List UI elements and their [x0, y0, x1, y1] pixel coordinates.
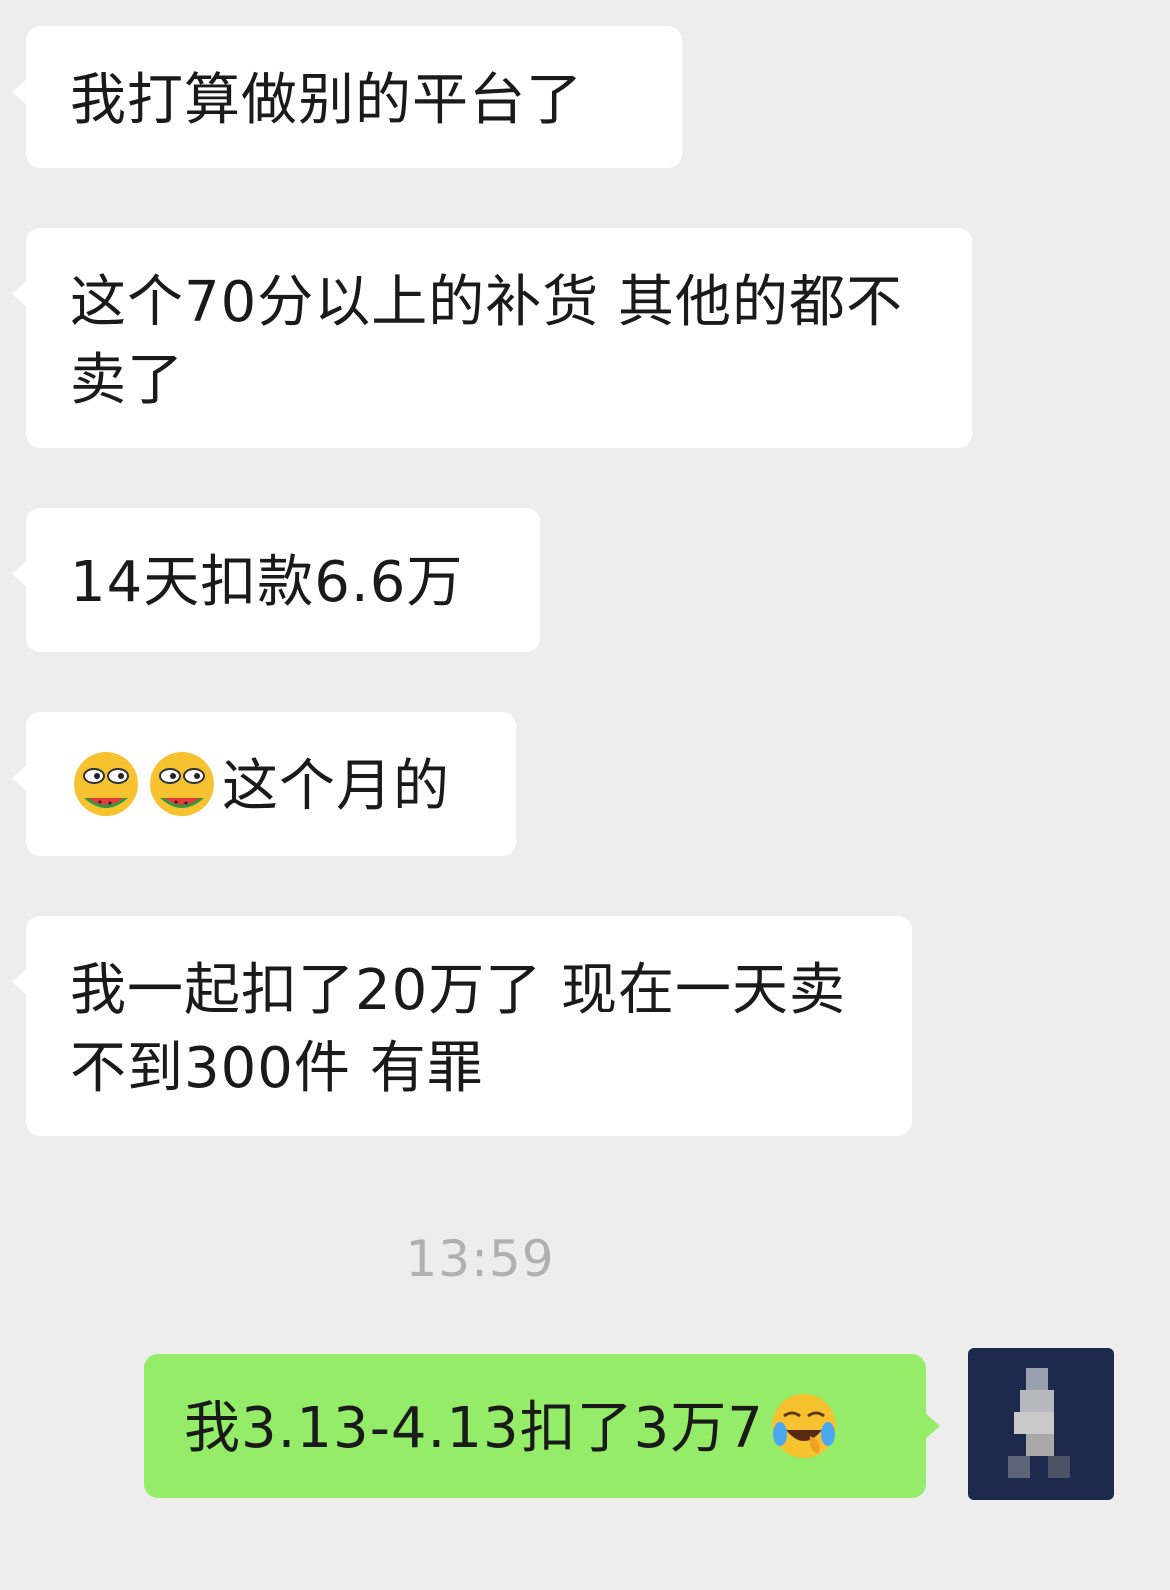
- incoming-message-bubble[interactable]: 这个月的: [12, 712, 516, 856]
- outgoing-message-bubble[interactable]: 我3.13-4.13扣了3万7: [144, 1354, 940, 1498]
- laugh-cry-emoji-icon: [768, 1390, 840, 1462]
- message-text: 这个月的: [222, 754, 450, 819]
- message-text: 我打算做别的平台了: [70, 68, 583, 133]
- melon-eating-emoji-icon: [146, 748, 218, 820]
- message-timestamp: 13:59: [405, 1230, 555, 1288]
- incoming-message-bubble[interactable]: 我打算做别的平台了: [12, 26, 682, 168]
- incoming-message-bubble[interactable]: 这个70分以上的补货 其他的都不卖了: [12, 228, 972, 448]
- avatar[interactable]: [968, 1348, 1114, 1500]
- bottom-area: [0, 1528, 1170, 1590]
- melon-eating-emoji-icon: [70, 748, 142, 820]
- incoming-message-bubble[interactable]: 14天扣款6.6万: [12, 508, 540, 652]
- incoming-message-bubble[interactable]: 我一起扣了20万了 现在一天卖不到300件 有罪: [12, 916, 912, 1136]
- message-text: 我3.13-4.13扣了3万7: [184, 1396, 764, 1461]
- message-text: 14天扣款6.6万: [70, 550, 464, 615]
- message-text: 这个70分以上的补货 其他的都不卖了: [70, 270, 904, 413]
- message-text: 我一起扣了20万了 现在一天卖不到300件 有罪: [70, 958, 847, 1101]
